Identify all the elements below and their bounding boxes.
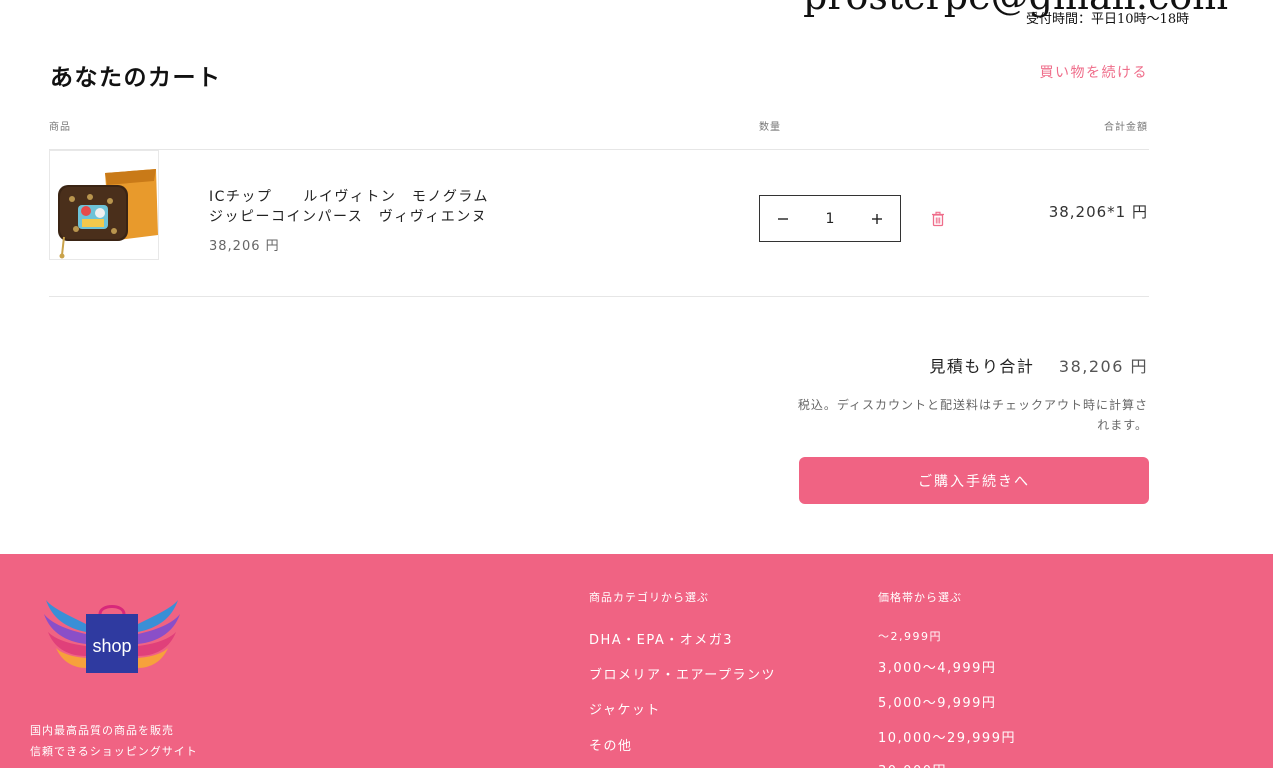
price-range-link[interactable]: 〜2,999円 xyxy=(878,628,942,644)
plus-icon xyxy=(872,213,882,224)
shop-wings-logo-icon: shop xyxy=(44,600,180,673)
divider xyxy=(49,296,1149,297)
price-range-heading: 価格帯から選ぶ xyxy=(878,591,962,604)
checkout-button[interactable]: ご購入手続きへ xyxy=(799,457,1149,504)
quantity-stepper xyxy=(759,195,901,242)
footer-tagline: 信頼できるショッピングサイト xyxy=(30,745,198,758)
trash-icon xyxy=(932,211,944,227)
product-price: 38,206 円 xyxy=(209,239,280,254)
estimated-total-label: 見積もり合計 xyxy=(929,357,1035,376)
minus-icon xyxy=(778,217,788,220)
column-header-quantity: 数量 xyxy=(759,122,781,133)
column-header-product: 商品 xyxy=(49,122,71,133)
estimated-total: 見積もり合計 38,206 円 xyxy=(929,353,1148,377)
price-range-link[interactable]: 3,000〜4,999円 xyxy=(878,657,996,676)
category-heading: 商品カテゴリから選ぶ xyxy=(589,591,709,604)
category-link-other[interactable]: その他 xyxy=(589,735,633,754)
category-link-jacket[interactable]: ジャケット xyxy=(589,699,661,718)
decrease-quantity-button[interactable] xyxy=(774,210,792,228)
footer-tagline: 国内最高品質の商品を販売 xyxy=(30,724,174,737)
price-range-link[interactable]: 5,000〜9,999円 xyxy=(878,692,996,711)
site-footer: shop 国内最高品質の商品を販売 信頼できるショッピングサイト 商品カテゴリか… xyxy=(0,554,1273,779)
remove-item-button[interactable] xyxy=(930,211,946,227)
increase-quantity-button[interactable] xyxy=(868,210,886,228)
divider xyxy=(49,149,1149,150)
line-item-total: 38,206*1 円 xyxy=(1048,203,1148,221)
category-link-dha-epa[interactable]: DHA・EPA・オメガ3 xyxy=(589,629,733,648)
monogram-coin-purse-photo-icon xyxy=(50,151,158,259)
logo-text: shop xyxy=(92,636,131,656)
continue-shopping-link[interactable]: 買い物を続ける xyxy=(1040,62,1149,82)
tax-shipping-note: 税込。ディスカウントと配送料はチェックアウト時に計算されます。 xyxy=(797,398,1148,432)
estimated-total-value: 38,206 円 xyxy=(1058,357,1148,376)
page-title: あなたのカート xyxy=(50,65,222,91)
quantity-input[interactable] xyxy=(810,209,850,228)
category-link-bromeliad[interactable]: ブロメリア・エアープランツ xyxy=(589,664,776,683)
price-range-link[interactable]: 10,000〜29,999円 xyxy=(878,727,1016,746)
column-header-total: 合計金額 xyxy=(1104,122,1148,133)
shop-logo[interactable]: shop xyxy=(42,594,182,679)
product-name-line-1: ICチップ ルイヴィトン モノグラム xyxy=(209,189,489,205)
product-name[interactable]: ICチップ ルイヴィトン モノグラム ジッピーコインパース ヴィヴィエンヌ xyxy=(209,187,529,227)
price-range-link[interactable]: 30,000円〜 xyxy=(878,760,962,779)
product-name-line-2: ジッピーコインパース ヴィヴィエンヌ xyxy=(209,209,488,225)
business-hours: 受付時間：平日10時〜18時 xyxy=(1026,12,1190,27)
product-image[interactable] xyxy=(49,150,159,260)
